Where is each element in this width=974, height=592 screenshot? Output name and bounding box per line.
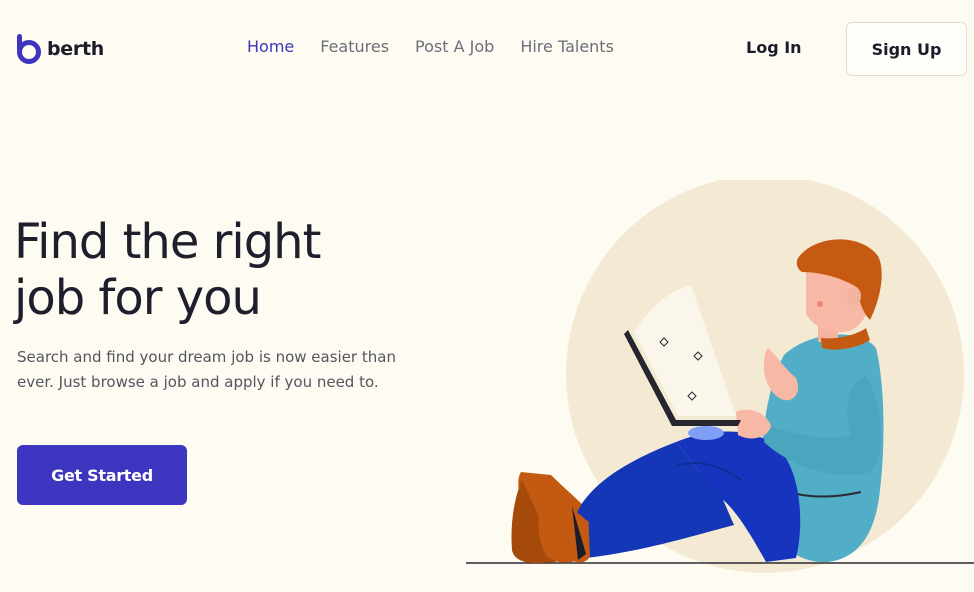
- login-link[interactable]: Log In: [746, 38, 802, 57]
- nav-features[interactable]: Features: [320, 37, 389, 56]
- hero-title-line-1: Find the right: [14, 214, 321, 270]
- brand-logo[interactable]: berth: [16, 33, 104, 65]
- hero-description: Search and find your dream job is now ea…: [17, 348, 396, 391]
- get-started-button[interactable]: Get Started: [17, 445, 187, 505]
- signup-button[interactable]: Sign Up: [846, 22, 967, 76]
- nav-post-a-job[interactable]: Post A Job: [415, 37, 494, 56]
- nav-home[interactable]: Home: [247, 37, 294, 56]
- hero-title: Find the right job for you: [14, 214, 434, 326]
- hero-title-line-2: job for you: [14, 270, 262, 326]
- berth-logo-icon: [17, 34, 41, 64]
- brand-name: berth: [47, 38, 104, 60]
- main-nav: Home Features Post A Job Hire Talents: [247, 37, 614, 56]
- landing-page: berth Home Features Post A Job Hire Tale…: [0, 0, 974, 592]
- nav-hire-talents[interactable]: Hire Talents: [520, 37, 614, 56]
- person-with-laptop-illustration: [466, 180, 974, 573]
